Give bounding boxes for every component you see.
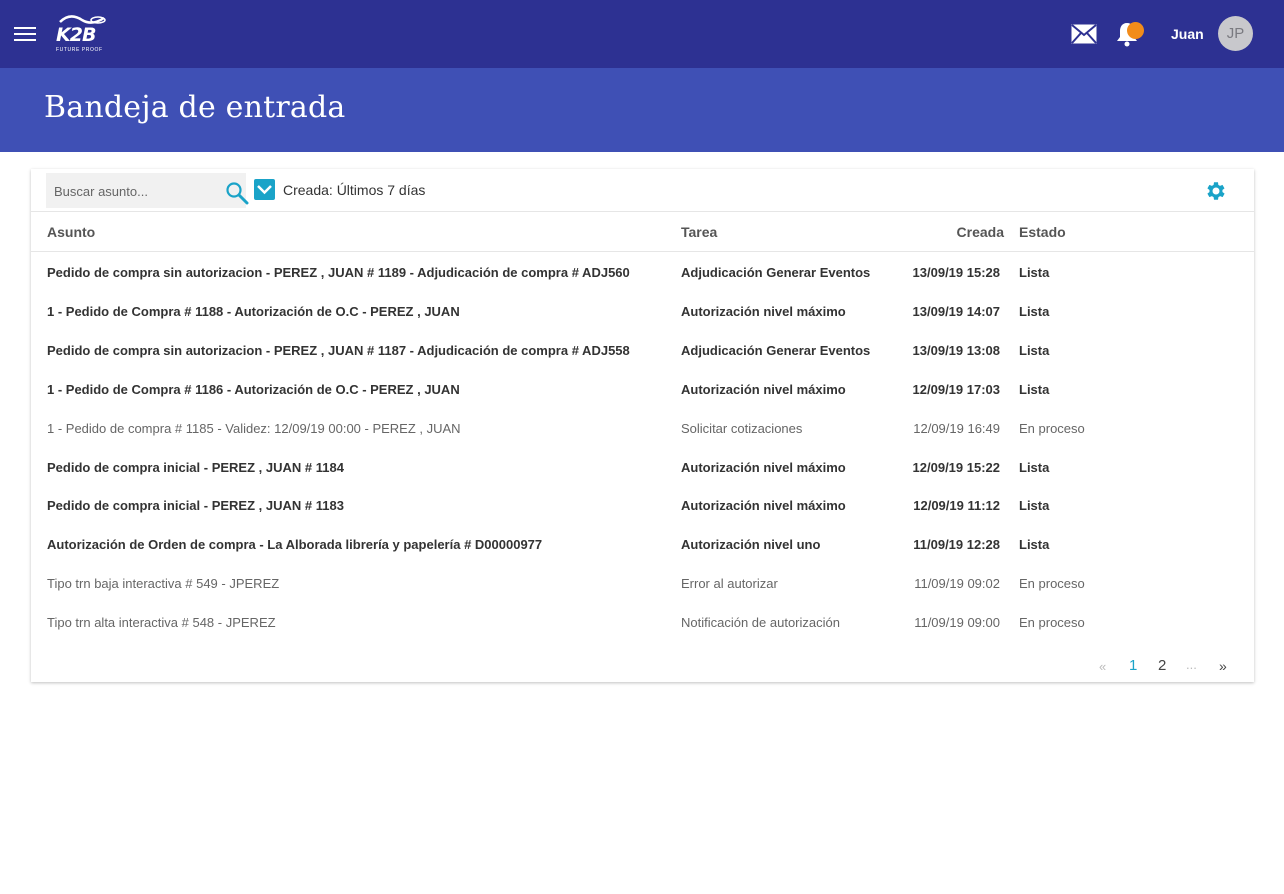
column-header-estado[interactable]: Estado <box>1019 224 1066 240</box>
search-box <box>46 173 249 208</box>
menu-icon[interactable] <box>14 26 36 42</box>
cell-estado: Lista <box>1019 303 1050 319</box>
table-row[interactable]: Pedido de compra inicial - PEREZ , JUAN … <box>31 460 1254 499</box>
cell-estado: En proceso <box>1019 615 1085 631</box>
cell-asunto: Pedido de compra sin autorizacion - PERE… <box>47 342 630 358</box>
logo-tagline: FUTURE PROOF <box>56 47 103 53</box>
cell-estado: Lista <box>1019 381 1050 397</box>
cell-tarea: Adjudicación Generar Eventos <box>681 265 871 280</box>
cell-estado: Lista <box>1019 342 1050 358</box>
cell-creada: 12/09/19 15:22 <box>912 459 1000 475</box>
top-bar: K2B FUTURE PROOF Juan JP <box>0 0 1284 68</box>
pagination-page-2[interactable]: 2 <box>1158 657 1166 674</box>
cell-creada: 11/09/19 09:02 <box>914 576 1000 592</box>
cell-estado: Lista <box>1019 537 1050 553</box>
cell-creada: 13/09/19 15:28 <box>912 265 1000 280</box>
column-header-creada[interactable]: Creada <box>957 224 1004 240</box>
cell-asunto: Pedido de compra inicial - PEREZ , JUAN … <box>47 459 344 475</box>
cell-asunto: 1 - Pedido de compra # 1185 - Validez: 1… <box>47 420 461 436</box>
cell-tarea: Autorización nivel máximo <box>681 498 846 514</box>
table-row[interactable]: Autorización de Orden de compra - La Alb… <box>31 537 1254 576</box>
cell-tarea: Notificación de autorización <box>681 615 840 631</box>
cell-creada: 12/09/19 16:49 <box>913 420 1000 436</box>
checkmark-icon <box>257 185 272 195</box>
cell-estado: En proceso <box>1019 420 1085 436</box>
table-row[interactable]: 1 - Pedido de Compra # 1188 - Autorizaci… <box>31 304 1254 343</box>
search-icon[interactable] <box>225 181 249 205</box>
user-name[interactable]: Juan <box>1171 26 1204 42</box>
cell-estado: En proceso <box>1019 576 1085 592</box>
cell-tarea: Solicitar cotizaciones <box>681 420 803 436</box>
notification-badge <box>1127 22 1144 39</box>
cell-creada: 13/09/19 13:08 <box>912 342 1000 358</box>
page-title: Bandeja de entrada <box>44 90 346 125</box>
filter-label[interactable]: Creada: Últimos 7 días <box>283 182 425 198</box>
cell-tarea: Autorización nivel máximo <box>681 303 846 319</box>
k2b-logo[interactable]: K2B FUTURE PROOF <box>54 14 108 58</box>
cell-asunto: Pedido de compra inicial - PEREZ , JUAN … <box>47 498 344 514</box>
cell-creada: 13/09/19 14:07 <box>912 303 1000 319</box>
cell-tarea: Error al autorizar <box>681 576 778 592</box>
inbox-panel: Creada: Últimos 7 días Asunto Tarea Crea… <box>31 169 1254 682</box>
table-row[interactable]: Pedido de compra inicial - PEREZ , JUAN … <box>31 498 1254 537</box>
cell-asunto: 1 - Pedido de Compra # 1186 - Autorizaci… <box>47 381 460 397</box>
pagination-next[interactable]: » <box>1219 658 1227 674</box>
cell-estado: Lista <box>1019 498 1050 514</box>
pagination-page-1[interactable]: 1 <box>1129 657 1137 674</box>
cell-estado: Lista <box>1019 265 1050 280</box>
table-row[interactable]: Tipo trn baja interactiva # 549 - JPEREZ… <box>31 576 1254 615</box>
cell-asunto: Pedido de compra sin autorizacion - PERE… <box>47 265 630 280</box>
pagination-prev[interactable]: « <box>1099 659 1106 674</box>
filter-checkbox[interactable] <box>254 179 275 200</box>
table-row[interactable]: Pedido de compra sin autorizacion - PERE… <box>31 343 1254 382</box>
search-input[interactable] <box>54 182 204 200</box>
column-header-tarea[interactable]: Tarea <box>681 224 717 240</box>
cell-creada: 11/09/19 12:28 <box>913 537 1000 553</box>
toolbar-divider <box>31 211 1254 212</box>
mail-icon[interactable] <box>1071 24 1097 44</box>
cell-tarea: Autorización nivel uno <box>681 537 821 553</box>
cell-asunto: Autorización de Orden de compra - La Alb… <box>47 537 543 553</box>
pagination-ellipsis: ... <box>1186 657 1197 672</box>
logo-text: K2B <box>56 24 96 46</box>
avatar[interactable]: JP <box>1218 16 1253 51</box>
cell-tarea: Autorización nivel máximo <box>681 459 846 475</box>
cell-asunto: Tipo trn alta interactiva # 548 - JPEREZ <box>47 615 276 631</box>
cell-creada: 12/09/19 11:12 <box>913 498 1000 514</box>
cell-asunto: Tipo trn baja interactiva # 549 - JPEREZ <box>47 576 280 592</box>
title-bar: Bandeja de entrada <box>0 68 1284 152</box>
gear-icon[interactable] <box>1203 179 1227 203</box>
cell-tarea: Autorización nivel máximo <box>681 381 846 397</box>
table-row[interactable]: Tipo trn alta interactiva # 548 - JPEREZ… <box>31 615 1254 654</box>
cell-estado: Lista <box>1019 459 1050 475</box>
cell-asunto: 1 - Pedido de Compra # 1188 - Autorizaci… <box>47 303 460 319</box>
table-row[interactable]: 1 - Pedido de Compra # 1186 - Autorizaci… <box>31 382 1254 421</box>
column-header-asunto[interactable]: Asunto <box>47 224 95 240</box>
header-divider <box>31 251 1254 252</box>
table-row[interactable]: Pedido de compra sin autorizacion - PERE… <box>31 265 1254 304</box>
cell-tarea: Adjudicación Generar Eventos <box>681 342 871 358</box>
cell-creada: 11/09/19 09:00 <box>914 615 1000 631</box>
cell-creada: 12/09/19 17:03 <box>912 381 1000 397</box>
table-row[interactable]: 1 - Pedido de compra # 1185 - Validez: 1… <box>31 421 1254 460</box>
